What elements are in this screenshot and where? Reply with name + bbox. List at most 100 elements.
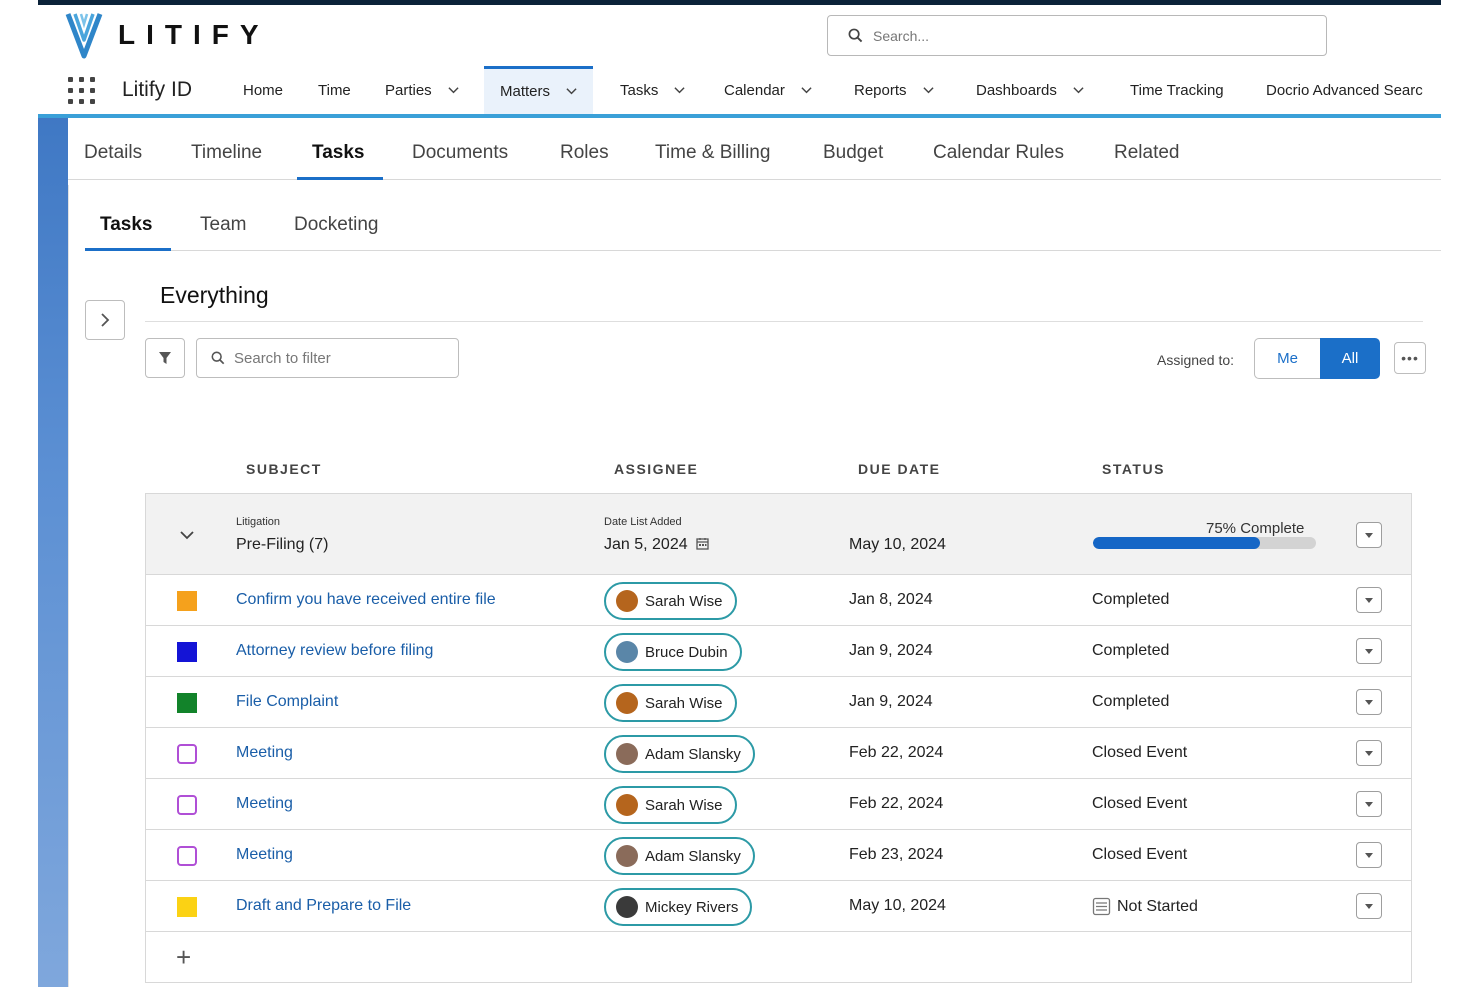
nav-item-label: Parties — [385, 81, 432, 99]
row-menu-button[interactable] — [1356, 587, 1382, 613]
task-subject-link[interactable]: Meeting — [236, 744, 293, 762]
nav-item-time[interactable]: Time — [318, 66, 351, 114]
task-subject-link[interactable]: Meeting — [236, 846, 293, 864]
task-status: Closed Event — [1092, 744, 1187, 762]
sub-tab-docketing[interactable]: Docketing — [294, 214, 379, 236]
right-edge — [1441, 0, 1480, 987]
global-search-input[interactable]: Search... — [827, 15, 1327, 56]
assignee-pill[interactable]: Bruce Dubin — [604, 633, 742, 671]
more-actions-button[interactable]: ••• — [1394, 342, 1426, 374]
chevron-down-icon[interactable] — [179, 529, 195, 541]
side-background-strip — [38, 115, 68, 987]
assigned-all-toggle[interactable]: All — [1320, 338, 1380, 379]
assignee-pill[interactable]: Adam Slansky — [604, 735, 755, 773]
nav-item-home[interactable]: Home — [243, 66, 283, 114]
sub-tab-team[interactable]: Team — [200, 214, 246, 236]
caret-down-icon — [1365, 852, 1373, 858]
task-subject-link[interactable]: Attorney review before filing — [236, 642, 433, 660]
nav-item-label: Tasks — [620, 81, 659, 99]
table-row[interactable]: Meeting Adam Slansky Feb 23, 2024 Closed Ev… — [146, 830, 1411, 881]
task-due-date: Jan 9, 2024 — [849, 642, 933, 659]
task-type-icon — [177, 897, 197, 917]
assignee-pill[interactable]: Mickey Rivers — [604, 888, 753, 926]
task-status-text: Completed — [1092, 642, 1170, 659]
tab-tasks[interactable]: Tasks — [312, 142, 364, 164]
task-subject-link[interactable]: Meeting — [236, 795, 293, 813]
nav-item-dashboards[interactable]: Dashboards — [976, 66, 1084, 114]
chevron-down-icon[interactable] — [566, 86, 577, 97]
table-row[interactable]: File Complaint Sarah Wise Jan 9, 2024 Compl… — [146, 677, 1411, 728]
chevron-down-icon[interactable] — [1073, 85, 1084, 96]
tab-documents[interactable]: Documents — [412, 142, 508, 164]
sub-tab-tasks[interactable]: Tasks — [100, 214, 152, 236]
tab-time-billing[interactable]: Time & Billing — [655, 142, 770, 164]
litify-logo[interactable]: LITIFY — [64, 10, 270, 60]
nav-item-label: Time — [318, 81, 351, 99]
nav-item-parties[interactable]: Parties — [385, 66, 459, 114]
chevron-down-icon[interactable] — [801, 85, 812, 96]
add-task-button[interactable]: + — [176, 944, 191, 970]
task-subject-link[interactable]: Draft and Prepare to File — [236, 897, 411, 915]
column-header-status[interactable]: STATUS — [1102, 461, 1165, 477]
assignee-pill[interactable]: Adam Slansky — [604, 837, 755, 875]
row-menu-button[interactable] — [1356, 893, 1382, 919]
tab-related[interactable]: Related — [1114, 142, 1180, 164]
row-menu-button[interactable] — [1356, 842, 1382, 868]
search-icon — [211, 351, 225, 365]
nav-item-time-tracking[interactable]: Time Tracking — [1130, 66, 1224, 114]
table-row[interactable]: Draft and Prepare to File Mickey Rivers Ma… — [146, 881, 1411, 932]
row-menu-button[interactable] — [1356, 638, 1382, 664]
nav-item-calendar[interactable]: Calendar — [724, 66, 812, 114]
row-menu-button[interactable] — [1356, 740, 1382, 766]
assignee-pill[interactable]: Sarah Wise — [604, 684, 737, 722]
nav-item-docrio-advanced-searc[interactable]: Docrio Advanced Searc — [1266, 66, 1423, 114]
table-row[interactable]: Attorney review before filing Bruce Dubin… — [146, 626, 1411, 677]
assignee-pill[interactable]: Sarah Wise — [604, 786, 737, 824]
task-status: Closed Event — [1092, 795, 1187, 813]
group-row-menu-button[interactable] — [1356, 522, 1382, 548]
row-menu-button[interactable] — [1356, 791, 1382, 817]
table-row[interactable]: Meeting Adam Slansky Feb 22, 2024 Closed Ev… — [146, 728, 1411, 779]
event-type-icon — [177, 744, 197, 764]
tab-roles[interactable]: Roles — [560, 142, 609, 164]
column-header-subject[interactable]: SUBJECT — [246, 461, 322, 477]
task-due-date: Jan 9, 2024 — [849, 693, 933, 710]
task-type-icon — [177, 591, 197, 611]
expand-sidebar-button[interactable] — [85, 300, 125, 340]
column-header-assignee[interactable]: ASSIGNEE — [614, 461, 698, 477]
chevron-down-icon[interactable] — [674, 85, 685, 96]
progress-bar — [1093, 537, 1316, 549]
filter-button[interactable] — [145, 338, 185, 378]
caret-down-icon — [1365, 597, 1373, 603]
assignee-name: Sarah Wise — [645, 796, 723, 814]
row-menu-button[interactable] — [1356, 689, 1382, 715]
chevron-down-icon[interactable] — [922, 85, 934, 96]
tab-details[interactable]: Details — [84, 142, 142, 164]
filter-search-input[interactable]: Search to filter — [196, 338, 459, 378]
task-subject-link[interactable]: Confirm you have received entire file — [236, 591, 496, 609]
assignee-name: Bruce Dubin — [645, 643, 728, 661]
progress-bar-fill — [1093, 537, 1261, 549]
table-row[interactable]: Meeting Sarah Wise Feb 22, 2024 Closed Even… — [146, 779, 1411, 830]
tab-calendar-rules[interactable]: Calendar Rules — [933, 142, 1064, 164]
app-launcher-icon[interactable] — [68, 77, 96, 105]
assignee-name: Adam Slansky — [645, 745, 741, 763]
chevron-down-icon[interactable] — [448, 85, 459, 96]
tasks-table: Litigation Pre-Filing (7) Date List Adde… — [145, 493, 1412, 983]
task-due-date: May 10, 2024 — [849, 897, 946, 914]
assignee-pill[interactable]: Sarah Wise — [604, 582, 737, 620]
nav-item-tasks[interactable]: Tasks — [620, 66, 685, 114]
task-subject-link[interactable]: File Complaint — [236, 693, 338, 711]
avatar — [616, 743, 638, 765]
task-status-text: Completed — [1092, 591, 1170, 608]
assigned-me-toggle[interactable]: Me — [1254, 338, 1320, 379]
calendar-icon[interactable] — [695, 537, 709, 550]
column-header-due-date[interactable]: DUE DATE — [858, 461, 941, 477]
tab-timeline[interactable]: Timeline — [191, 142, 262, 164]
add-task-row: + — [146, 934, 1411, 982]
tab-budget[interactable]: Budget — [823, 142, 883, 164]
nav-item-matters[interactable]: Matters — [484, 66, 594, 114]
nav-item-reports[interactable]: Reports — [854, 66, 934, 114]
table-row[interactable]: Confirm you have received entire file Sar… — [146, 575, 1411, 626]
navigation-bar: Litify ID Home Time Parties Matters Tasks Cal… — [38, 66, 1441, 118]
